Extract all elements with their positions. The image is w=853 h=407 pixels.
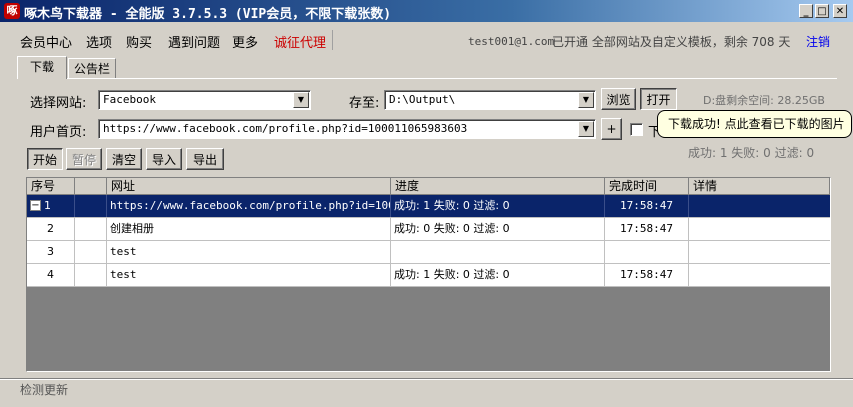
site-label: 选择网站:	[30, 96, 87, 111]
chevron-down-icon[interactable]: ▼	[578, 92, 594, 108]
window-title: 啄木鸟下载器 - 全能版 3.7.5.3 (VIP会员，不限下载张数)	[24, 7, 392, 22]
tab-announcements[interactable]: 公告栏	[68, 58, 116, 78]
tab-panel-border	[17, 78, 837, 79]
row-index: 1	[44, 199, 51, 212]
row-progress: 成功: 0 失败: 0 过滤: 0	[391, 218, 605, 240]
menu-buy[interactable]: 购买	[126, 32, 152, 51]
row-time: 17:58:47	[605, 218, 689, 240]
column-header-index[interactable]: 序号	[27, 178, 75, 195]
logout-link[interactable]: 注销	[806, 33, 830, 50]
menu-more[interactable]: 更多	[232, 32, 258, 51]
row-blank-cell	[75, 218, 107, 240]
row-progress	[391, 241, 605, 263]
statusbar-divider-highlight	[0, 379, 853, 380]
row-progress: 成功: 1 失败: 0 过滤: 0	[391, 264, 605, 286]
column-header-time[interactable]: 完成时间	[605, 178, 689, 195]
tab-download[interactable]: 下载	[17, 56, 67, 79]
table-row[interactable]: 4 test 成功: 1 失败: 0 过滤: 0 17:58:47	[27, 264, 830, 287]
option-checkbox[interactable]	[630, 123, 643, 136]
browse-button[interactable]: 浏览	[601, 88, 636, 110]
row-time: 17:58:47	[605, 195, 689, 217]
export-button[interactable]: 导出	[186, 148, 224, 170]
row-detail	[689, 264, 830, 286]
menu-agent-recruit[interactable]: 诚征代理	[274, 32, 326, 51]
disk-space-info: D:盘剩余空间: 28.25GB	[703, 94, 825, 107]
column-header-progress[interactable]: 进度	[391, 178, 605, 195]
homepage-label: 用户首页:	[30, 125, 87, 140]
row-time: 17:58:47	[605, 264, 689, 286]
row-url: test	[107, 241, 391, 263]
chevron-down-icon[interactable]: ▼	[293, 92, 309, 108]
check-update-link[interactable]: 检测更新	[20, 381, 68, 398]
summary-stats: 成功: 1 失败: 0 过滤: 0	[688, 146, 815, 160]
row-progress: 成功: 1 失败: 0 过滤: 0	[391, 195, 605, 217]
download-success-tooltip[interactable]: 下载成功! 点此查看已下载的图片	[657, 110, 852, 138]
column-header-detail[interactable]: 详情	[689, 178, 830, 195]
column-header-url[interactable]: 网址	[107, 178, 391, 195]
save-path-select[interactable]: D:\Output\ ▼	[384, 90, 596, 110]
row-time	[605, 241, 689, 263]
minimize-button[interactable]: _	[799, 4, 813, 18]
title-bar: 啄 啄木鸟下载器 - 全能版 3.7.5.3 (VIP会员，不限下载张数) _ …	[0, 0, 853, 22]
download-list[interactable]: 序号 网址 进度 完成时间 详情 − 1 https://www.faceboo…	[26, 177, 831, 372]
table-row[interactable]: − 1 https://www.facebook.com/profile.php…	[27, 195, 830, 218]
menu-options[interactable]: 选项	[86, 32, 112, 51]
menu-member-center[interactable]: 会员中心	[20, 32, 72, 51]
homepage-input[interactable]: https://www.facebook.com/profile.php?id=…	[98, 119, 596, 139]
site-select-value: Facebook	[103, 93, 156, 106]
row-detail	[689, 241, 830, 263]
row-blank-cell	[75, 241, 107, 263]
close-button[interactable]: ✕	[833, 4, 847, 18]
pause-button[interactable]: 暂停	[66, 148, 102, 170]
row-url: test	[107, 264, 391, 286]
add-url-button[interactable]: +	[601, 118, 622, 140]
homepage-value: https://www.facebook.com/profile.php?id=…	[103, 122, 468, 135]
row-detail	[689, 218, 830, 240]
chevron-down-icon[interactable]: ▼	[578, 121, 594, 137]
row-index: 3	[27, 241, 75, 263]
start-button[interactable]: 开始	[27, 148, 63, 170]
open-folder-button[interactable]: 打开	[640, 88, 677, 110]
menu-problems[interactable]: 遇到问题	[168, 32, 220, 51]
column-header-blank[interactable]	[75, 178, 107, 195]
row-blank-cell	[75, 195, 107, 217]
clear-button[interactable]: 清空	[106, 148, 142, 170]
account-status: 已开通 全部网站及自定义模板，剩余 708 天	[552, 35, 791, 49]
row-blank-cell	[75, 264, 107, 286]
row-index: 4	[27, 264, 75, 286]
import-button[interactable]: 导入	[146, 148, 182, 170]
account-email: test001@1.com	[468, 35, 555, 48]
row-url: https://www.facebook.com/profile.php?id=…	[107, 195, 391, 217]
row-index-cell: − 1	[27, 195, 75, 217]
site-select[interactable]: Facebook ▼	[98, 90, 311, 110]
row-url: 创建相册	[107, 218, 391, 240]
app-icon: 啄	[4, 3, 20, 19]
maximize-button[interactable]: □	[815, 4, 829, 18]
row-detail	[689, 195, 830, 217]
table-row[interactable]: 3 test	[27, 241, 830, 264]
collapse-icon[interactable]: −	[30, 200, 41, 211]
menu-separator	[332, 30, 333, 50]
save-path-value: D:\Output\	[389, 93, 456, 106]
table-row[interactable]: 2 创建相册 成功: 0 失败: 0 过滤: 0 17:58:47	[27, 218, 830, 241]
row-index: 2	[27, 218, 75, 240]
save-to-label: 存至:	[349, 96, 380, 111]
